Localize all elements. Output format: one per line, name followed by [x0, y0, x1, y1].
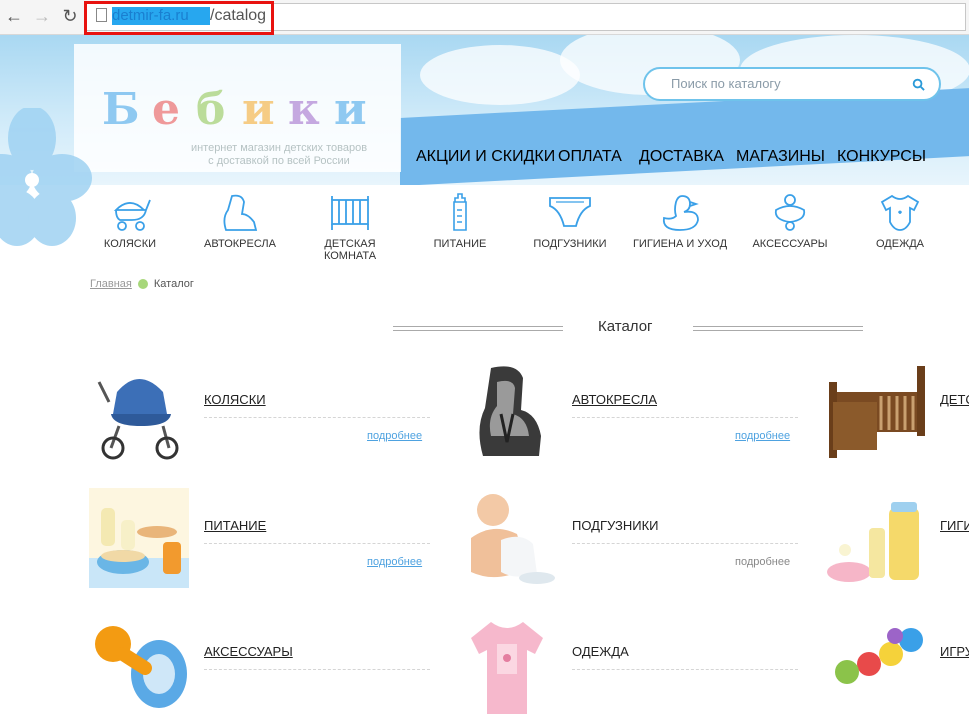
arrow-left-icon[interactable]: ← — [4, 6, 24, 26]
category-label: КОЛЯСКИ — [103, 238, 157, 250]
catalog-item-title[interactable]: ПИТАНИЕ — [204, 518, 266, 533]
pacifier-icon — [774, 194, 806, 231]
catalog-item-strollers[interactable]: КОЛЯСКИ подробнее — [89, 362, 430, 472]
arrow-right-icon[interactable]: → — [32, 6, 52, 26]
flower-decoration — [0, 108, 92, 246]
stroller-icon — [113, 199, 151, 231]
more-link[interactable]: подробнее — [735, 556, 790, 568]
nav-payment[interactable]: ОПЛАТА — [558, 148, 622, 166]
catalog-item-title[interactable]: ИГРУ — [940, 644, 969, 659]
baby-clothes-image[interactable] — [457, 614, 557, 714]
category-food[interactable]: ПИТАНИЕ — [410, 192, 510, 250]
catalog-item-title[interactable]: АВТОКРЕСЛА — [572, 392, 657, 407]
catalog-item-title[interactable]: АКСЕССУАРЫ — [204, 644, 293, 659]
category-label: ГИГИЕНА И УХОД — [632, 238, 728, 250]
more-link[interactable]: подробнее — [735, 430, 790, 442]
divider — [393, 326, 563, 331]
catalog-item-toys[interactable]: ИГРУ — [825, 614, 969, 724]
site-header: Б е б и к и интернет магазин детских тов… — [0, 35, 969, 185]
section-header: Каталог — [0, 318, 969, 338]
catalog-item-nursery[interactable]: ДЕТС — [825, 362, 969, 472]
category-label: АВТОКРЕСЛА — [204, 238, 276, 250]
catalog-item-diapers[interactable]: ПОДГУЗНИКИ подробнее — [457, 488, 798, 598]
rattle-toy-image[interactable] — [825, 614, 925, 714]
catalog-item-title[interactable]: ПОДГУЗНИКИ — [572, 518, 659, 533]
reload-icon[interactable]: ↻ — [60, 6, 80, 26]
duck-icon — [662, 195, 699, 231]
pacifier-image[interactable] — [89, 614, 189, 714]
catalog-item-food[interactable]: ПИТАНИЕ подробнее — [89, 488, 430, 598]
logo-subtitle-2: с доставкой по всей России — [208, 155, 350, 167]
baby-food-image[interactable] — [89, 488, 189, 588]
category-hygiene[interactable]: ГИГИЕНА И УХОД — [630, 192, 730, 250]
catalog-item-clothes[interactable]: ОДЕЖДА — [457, 614, 798, 724]
stroller-image[interactable] — [89, 362, 189, 462]
breadcrumb: Главная Каталог — [90, 278, 194, 290]
crib-image[interactable] — [825, 362, 925, 462]
divider — [693, 326, 863, 331]
category-car-seats[interactable]: АВТОКРЕСЛА — [190, 192, 290, 250]
url-highlight-box — [84, 1, 274, 35]
nav-promotions[interactable]: АКЦИИ И СКИДКИ — [416, 148, 555, 166]
category-accessories[interactable]: АКСЕССУАРЫ — [740, 192, 840, 250]
site-logo[interactable]: Б е б и к и интернет магазин детских тов… — [74, 44, 401, 172]
nav-contests[interactable]: КОНКУРСЫ — [837, 148, 926, 166]
baby-bottle-icon — [453, 193, 467, 231]
browser-toolbar: ← → ↻ detmir-fa.ru /catalog — [0, 0, 969, 35]
category-strollers[interactable]: КОЛЯСКИ — [80, 192, 180, 250]
search-box[interactable]: Поиск по каталогу — [643, 67, 941, 101]
crib-icon — [331, 196, 369, 230]
catalog-item-title[interactable]: ОДЕЖДА — [572, 644, 629, 659]
hygiene-products-image[interactable] — [825, 488, 925, 588]
category-nursery[interactable]: ДЕТСКАЯ КОМНАТА — [300, 192, 400, 262]
category-label: ДЕТСКАЯ КОМНАТА — [323, 238, 377, 262]
more-link[interactable]: подробнее — [367, 556, 422, 568]
page-title: Каталог — [598, 318, 653, 335]
catalog-item-title[interactable]: ГИГИ — [940, 518, 969, 533]
category-clothes[interactable]: ОДЕЖДА — [850, 192, 950, 250]
nav-delivery[interactable]: ДОСТАВКА — [639, 148, 724, 166]
car-seat-image[interactable] — [457, 362, 557, 462]
car-seat-icon — [223, 194, 258, 231]
catalog-item-title[interactable]: ДЕТС — [940, 392, 969, 407]
baby-diaper-image[interactable] — [457, 488, 557, 588]
category-label: ПИТАНИЕ — [433, 238, 487, 250]
nav-stores[interactable]: МАГАЗИНЫ — [736, 148, 825, 166]
logo-subtitle-1: интернет магазин детских товаров — [190, 142, 368, 154]
category-diapers[interactable]: ПОДГУЗНИКИ — [520, 192, 620, 250]
catalog-item-accessories[interactable]: АКСЕССУАРЫ — [89, 614, 430, 724]
diaper-icon — [549, 197, 591, 227]
more-link[interactable]: подробнее — [367, 430, 422, 442]
catalog-item-hygiene[interactable]: ГИГИ — [825, 488, 969, 598]
breadcrumb-home[interactable]: Главная — [90, 278, 132, 290]
category-label: ПОДГУЗНИКИ — [533, 238, 607, 250]
search-icon[interactable] — [912, 78, 925, 91]
category-label: АКСЕССУАРЫ — [752, 238, 828, 250]
search-input[interactable]: Поиск по каталогу — [671, 76, 781, 91]
catalog-item-car-seats[interactable]: АВТОКРЕСЛА подробнее — [457, 362, 798, 472]
bodysuit-icon — [880, 194, 920, 231]
catalog-item-title[interactable]: КОЛЯСКИ — [204, 392, 266, 407]
leaf-icon — [137, 279, 148, 290]
breadcrumb-current: Каталог — [153, 278, 194, 290]
category-label: ОДЕЖДА — [875, 238, 925, 250]
